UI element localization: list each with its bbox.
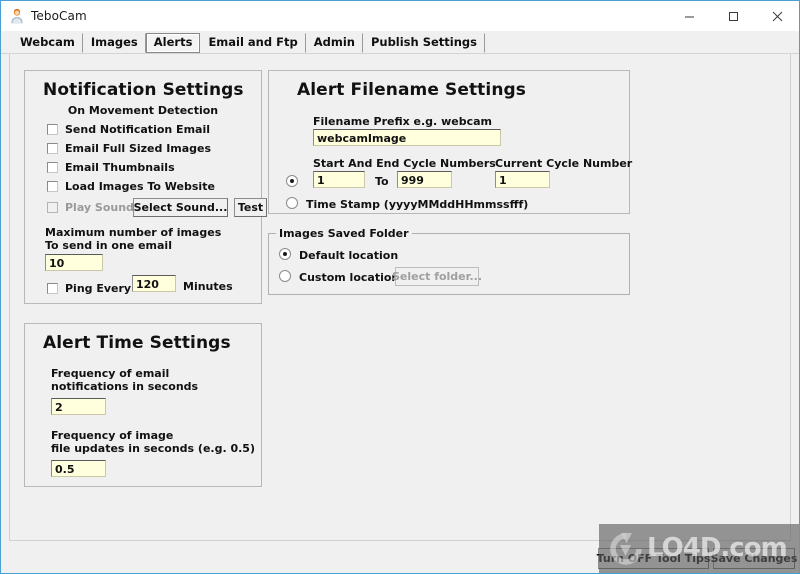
- image-frequency-input[interactable]: 0.5: [51, 460, 106, 477]
- email-frequency-label-line2: notifications in seconds: [51, 380, 199, 393]
- checkbox-label: Email Thumbnails: [65, 161, 175, 174]
- tab-page-alerts: Notification Settings On Movement Detect…: [9, 54, 791, 541]
- ping-units-label: Minutes: [183, 280, 233, 293]
- cycle-numbers-label: Start And End Cycle Numbers: [313, 157, 496, 170]
- window-title: TeboCam: [31, 9, 87, 23]
- window-controls: [667, 1, 799, 31]
- email-frequency-label-line1: Frequency of email: [51, 367, 170, 380]
- alert-filename-settings-title: Alert Filename Settings: [297, 80, 527, 100]
- alert-filename-settings-panel: Alert Filename Settings Filename Prefix …: [268, 70, 633, 214]
- email-frequency-input[interactable]: 2: [51, 398, 106, 415]
- checkbox-box[interactable]: [47, 181, 58, 192]
- bottom-button-bar: Turn OFF Tool Tips Save Changes: [1, 541, 799, 573]
- minimize-icon[interactable]: [667, 1, 711, 31]
- time-stamp-label: Time Stamp (yyyyMMddHHmmssfff): [306, 198, 529, 211]
- tab-publish-settings[interactable]: Publish Settings: [363, 33, 486, 53]
- cycle-to-label: To: [375, 175, 389, 188]
- current-cycle-label: Current Cycle Number: [495, 157, 633, 170]
- radio-time-stamp[interactable]: [286, 197, 298, 209]
- checkbox-box[interactable]: [47, 162, 58, 173]
- image-frequency-label-line2: file updates in seconds (e.g. 0.5): [51, 442, 255, 455]
- tab-admin[interactable]: Admin: [306, 33, 363, 53]
- alert-time-settings-title: Alert Time Settings: [43, 333, 231, 353]
- notification-settings-subtitle: On Movement Detection: [67, 104, 219, 117]
- select-sound-button[interactable]: Select Sound...: [133, 198, 228, 217]
- ping-interval-input[interactable]: 120: [132, 275, 176, 292]
- checkbox-email-thumbnails[interactable]: Email Thumbnails: [47, 161, 175, 174]
- checkbox-load-images-to-website[interactable]: Load Images To Website: [47, 180, 215, 193]
- checkbox-label: Ping Every: [65, 282, 132, 295]
- turn-off-tool-tips-button[interactable]: Turn OFF Tool Tips: [597, 548, 710, 569]
- test-sound-button[interactable]: Test: [234, 198, 267, 217]
- tab-strip: Webcam Images Alerts Email and Ftp Admin…: [1, 31, 799, 53]
- cycle-start-input[interactable]: 1: [313, 171, 365, 188]
- save-changes-button[interactable]: Save Changes: [711, 548, 797, 569]
- images-saved-folder-group: Images Saved Folder Default location Cus…: [268, 227, 630, 295]
- checkbox-box: [47, 202, 58, 213]
- tab-email-and-ftp[interactable]: Email and Ftp: [200, 33, 306, 53]
- max-images-label-line2: To send in one email: [45, 239, 172, 252]
- tab-alerts[interactable]: Alerts: [145, 33, 201, 53]
- checkbox-box[interactable]: [47, 124, 58, 135]
- cycle-end-input[interactable]: 999: [397, 171, 452, 188]
- filename-prefix-input[interactable]: webcamImage: [313, 129, 501, 146]
- custom-location-label: Custom location: [299, 271, 400, 284]
- checkbox-label: Play Sound: [65, 201, 134, 214]
- title-bar: TeboCam: [1, 1, 799, 31]
- radio-default-location[interactable]: [279, 248, 291, 260]
- current-cycle-input[interactable]: 1: [495, 171, 550, 188]
- checkbox-box[interactable]: [47, 143, 58, 154]
- app-user-icon: [11, 8, 23, 24]
- checkbox-box[interactable]: [47, 283, 58, 294]
- radio-cycle-numbers[interactable]: [286, 175, 298, 187]
- images-saved-folder-legend: Images Saved Folder: [276, 227, 412, 240]
- checkbox-email-full-sized-images[interactable]: Email Full Sized Images: [47, 142, 211, 155]
- tab-images[interactable]: Images: [83, 33, 146, 53]
- max-images-input[interactable]: 10: [45, 254, 103, 271]
- maximize-icon[interactable]: [711, 1, 755, 31]
- filename-prefix-label: Filename Prefix e.g. webcam: [313, 115, 492, 128]
- default-location-label: Default location: [299, 249, 399, 262]
- checkbox-send-notification-email[interactable]: Send Notification Email: [47, 123, 210, 136]
- select-folder-button: Select folder...: [392, 267, 482, 286]
- checkbox-play-sound: Play Sound: [47, 201, 134, 214]
- notification-settings-title: Notification Settings: [43, 80, 244, 100]
- application-window: TeboCam Webcam Images Alerts Email and F…: [0, 0, 800, 574]
- max-images-label-line1: Maximum number of images: [45, 226, 222, 239]
- checkbox-ping-every[interactable]: Ping Every: [47, 282, 131, 295]
- checkbox-label: Email Full Sized Images: [65, 142, 212, 155]
- client-area: Notification Settings On Movement Detect…: [1, 53, 799, 573]
- tab-webcam[interactable]: Webcam: [12, 33, 83, 53]
- close-icon[interactable]: [755, 1, 799, 31]
- image-frequency-label-line1: Frequency of image: [51, 429, 174, 442]
- checkbox-label: Load Images To Website: [65, 180, 215, 193]
- alert-time-settings-panel: Alert Time Settings Frequency of email n…: [24, 323, 262, 487]
- checkbox-label: Send Notification Email: [65, 123, 210, 136]
- notification-settings-panel: Notification Settings On Movement Detect…: [24, 70, 267, 304]
- radio-custom-location[interactable]: [279, 270, 291, 282]
